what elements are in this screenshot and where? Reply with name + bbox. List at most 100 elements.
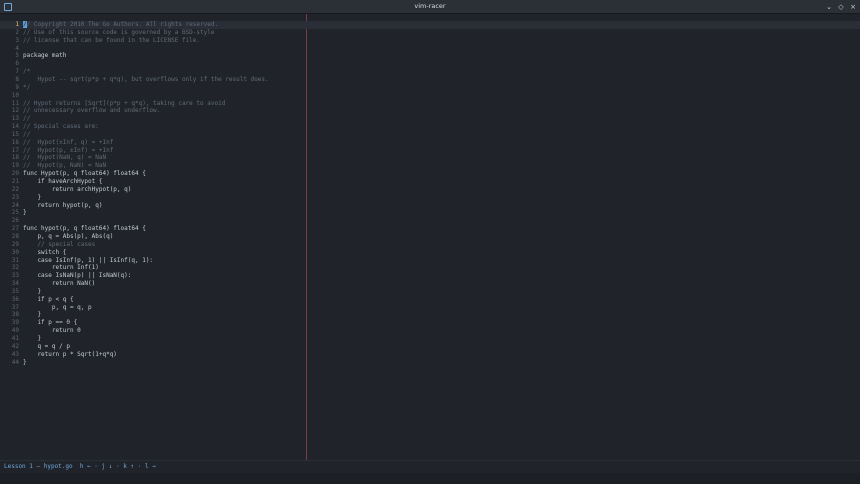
code-line[interactable]: 11 // Hypot returns [Sqrt](p*p + q*q), ta… [0,100,860,108]
code-text: // [23,130,31,138]
code-text: // license that can be found in the LICE… [23,36,201,44]
code-line[interactable]: 13 // [0,115,860,123]
code-text: // Special cases are: [23,123,99,131]
code-line[interactable]: 37 p, q = q, p [0,304,860,312]
line-number: 31 [11,256,19,264]
code-text: return Inf(1) [23,264,99,272]
line-number: 8 [15,75,19,83]
line-number: 41 [11,335,19,342]
line-number: 21 [11,178,19,185]
code-text: return p * Sqrt(1+q*q) [23,350,117,358]
line-number: 24 [11,201,19,209]
code-text: } [23,311,42,319]
line-number: 32 [11,264,19,272]
code-line[interactable]: 21 if haveArchHypot { [0,178,860,186]
line-number: 3 [15,36,19,44]
code-line[interactable]: 44} [0,359,860,367]
code-text: if p < q { [23,295,74,303]
line-number: 6 [15,60,19,68]
code-line[interactable]: 38 } [0,311,860,319]
code-line[interactable]: 12 // unnecessary overflow and underflow. [0,107,860,115]
minimize-icon[interactable]: ⌄ [826,3,832,10]
code-text: } [23,358,27,366]
code-line[interactable]: 24 return hypot(p, q) [0,202,860,210]
code-line[interactable]: 7 /* [0,68,860,76]
line-number: 9 [15,83,19,91]
line-number: 23 [11,193,19,201]
line-number: 10 [11,91,19,99]
code-line[interactable]: 18 // Hypot(NaN, q) = NaN [0,154,860,162]
code-line[interactable]: 30 switch { [0,249,860,257]
code-line[interactable]: 4 [0,45,860,53]
code-line[interactable]: 33 case IsNaN(p) || IsNaN(q): [0,272,860,280]
code-line[interactable]: 29 // special cases [0,241,860,249]
code-text: func hypot(p, q float64) float64 { [23,225,146,233]
window-controls: ⌄ ◇ × [826,0,856,13]
code-text: // special cases [23,240,96,248]
code-line[interactable]: 22 return archHypot(p, q) [0,186,860,194]
code-line[interactable]: 31 case IsInf(p, 1) || IsInf(q, 1): [0,257,860,265]
line-number: 36 [11,295,19,303]
code-line[interactable]: 26 [0,217,860,225]
code-text: switch { [23,248,67,256]
line-number: 20 [11,170,19,178]
code-text: package math [23,52,67,60]
line-number: 43 [11,350,19,358]
code-line[interactable]: 36 if p < q { [0,296,860,304]
code-line[interactable]: 27 func hypot(p, q float64) float64 { [0,225,860,233]
code-text: if p == 0 { [23,319,78,327]
command-line[interactable] [0,473,860,484]
code-line[interactable]: 14 // Special cases are: [0,123,860,131]
code-line[interactable]: 8 Hypot -- sqrt(p*p + q*q), but overflow… [0,76,860,84]
code-line[interactable]: 34 return NaN() [0,280,860,288]
code-text: } [23,193,42,201]
code-line[interactable]: 2 // Use of this source code is governed … [0,29,860,37]
code-text: // Use of this source code is governed b… [23,28,215,36]
code-line[interactable]: 9 */ [0,84,860,92]
line-number: 16 [11,138,19,146]
line-number: 14 [11,123,19,131]
code-line[interactable]: 19 // Hypot(p, NaN) = NaN [0,162,860,170]
code-text: p, q = Abs(p), Abs(q) [23,232,114,240]
code-editor[interactable]: 1 // Copyright 2010 The Go Authors. All r… [0,14,860,460]
code-line[interactable]: 17 // Hypot(p, ±Inf) = +Inf [0,147,860,155]
code-line[interactable]: 1 // Copyright 2010 The Go Authors. All r… [0,21,860,29]
code-line[interactable]: 10 [0,92,860,100]
line-number: 33 [11,272,19,280]
line-number: 38 [11,311,19,319]
code-line[interactable]: 25} [0,209,860,217]
code-text: func Hypot(p, q float64) float64 { [23,170,146,178]
line-number: 37 [11,303,19,311]
code-text: case IsNaN(p) || IsNaN(q): [23,272,132,280]
line-number: 35 [11,287,19,295]
code-line[interactable]: 20 func Hypot(p, q float64) float64 { [0,170,860,178]
maximize-icon[interactable]: ◇ [838,3,844,10]
line-number: 7 [15,68,19,76]
code-line[interactable]: 6 [0,60,860,68]
line-number: 44 [11,358,19,366]
line-number: 12 [11,107,19,115]
cursor: / [23,21,27,28]
code-line[interactable]: 35 } [0,288,860,296]
line-number: 34 [11,280,19,288]
code-line[interactable]: 28 p, q = Abs(p), Abs(q) [0,233,860,241]
code-text: // Hypot(NaN, q) = NaN [23,154,107,162]
code-line[interactable]: 43 return p * Sqrt(1+q*q) [0,351,860,359]
line-number: 15 [11,130,19,138]
code-text: return NaN() [23,280,96,288]
code-line[interactable]: 40 return 0 [0,327,860,335]
code-line[interactable]: 15 // [0,131,860,139]
code-line[interactable]: 42 q = q / p [0,343,860,351]
code-line[interactable]: 32 return Inf(1) [0,264,860,272]
code-line[interactable]: 39 if p == 0 { [0,319,860,327]
status-bar: Lesson 1 — hypot.go h ← · j ↓ · k ↑ · l … [0,460,860,473]
code-line[interactable]: 41 } [0,335,860,343]
code-line[interactable]: 23 } [0,194,860,202]
code-text: if haveArchHypot { [23,178,103,185]
close-icon[interactable]: × [850,3,856,10]
code-text: // Copyright 2010 The Go Authors. All ri… [23,21,219,28]
code-line[interactable]: 5 package math [0,52,860,60]
line-number: 28 [11,232,19,240]
code-line[interactable]: 3 // license that can be found in the LIC… [0,37,860,45]
code-line[interactable]: 16 // Hypot(±Inf, q) = +Inf [0,139,860,147]
